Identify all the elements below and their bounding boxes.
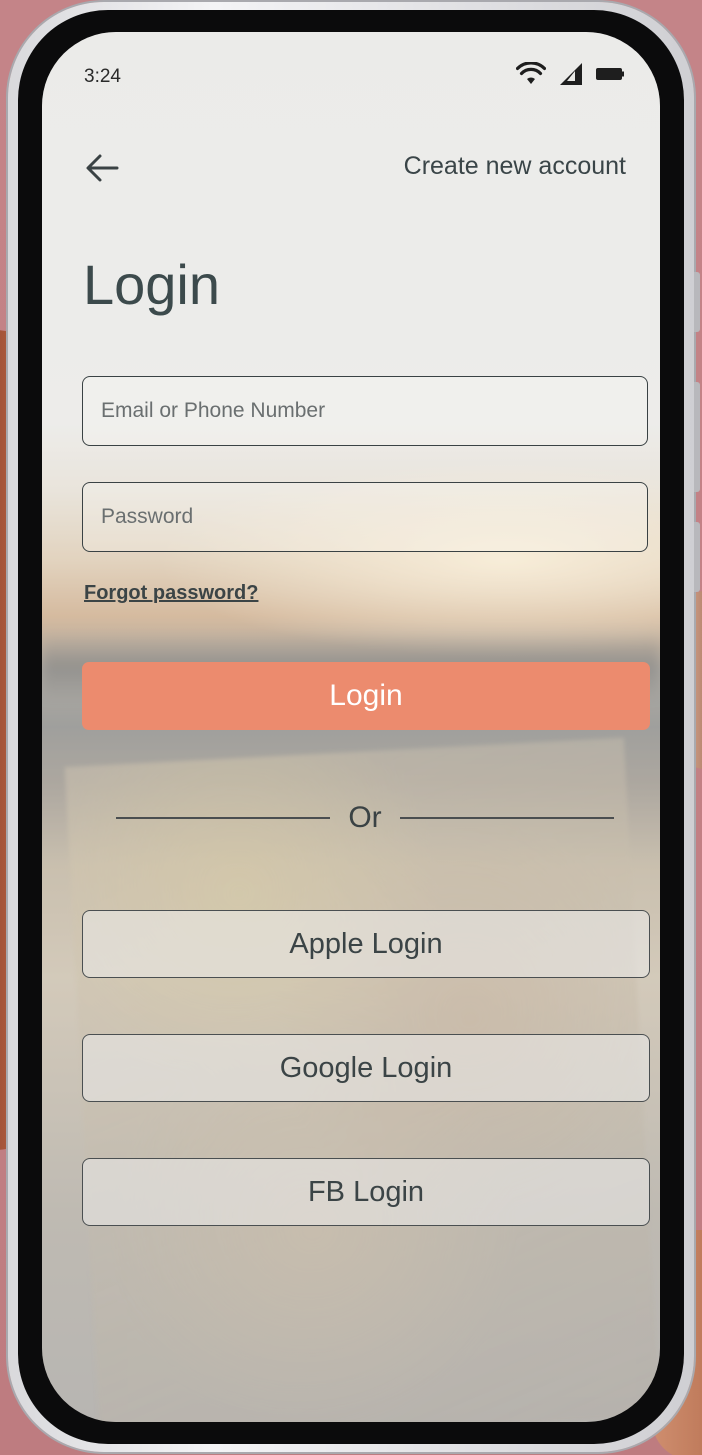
signal-icon: [558, 62, 584, 91]
phone-bezel: 3:24 Create new account Login Email or P…: [18, 10, 684, 1444]
password-input[interactable]: [83, 483, 647, 551]
back-button[interactable]: [82, 148, 122, 188]
wifi-icon: [515, 61, 547, 91]
google-login-button[interactable]: Google Login: [82, 1034, 650, 1102]
forgot-password-link[interactable]: Forgot password?: [84, 582, 258, 605]
mockup-stage: 3:24 Create new account Login Email or P…: [0, 0, 702, 1455]
fb-login-button[interactable]: FB Login: [82, 1158, 650, 1226]
phone-frame: 3:24 Create new account Login Email or P…: [8, 2, 700, 1452]
phone-screen: 3:24 Create new account Login Email or P…: [42, 32, 660, 1422]
or-label: Or: [348, 801, 382, 834]
or-divider: Or: [116, 798, 615, 838]
status-time: 3:24: [84, 66, 121, 87]
status-icons: [515, 61, 624, 91]
side-button: [694, 522, 700, 592]
apple-login-button[interactable]: Apple Login: [82, 910, 650, 978]
status-bar: 3:24: [42, 32, 660, 122]
password-field[interactable]: [82, 482, 648, 552]
arrow-left-icon: [86, 154, 119, 182]
page-title: Login: [83, 253, 221, 316]
divider-line-right: [399, 817, 615, 819]
login-button[interactable]: Login: [82, 662, 650, 730]
email-field[interactable]: [82, 376, 648, 446]
side-button: [694, 272, 700, 332]
create-account-link[interactable]: Create new account: [404, 152, 626, 181]
side-button: [694, 382, 700, 492]
email-input[interactable]: [83, 377, 647, 445]
battery-icon: [596, 66, 624, 87]
divider-line-left: [116, 817, 331, 819]
